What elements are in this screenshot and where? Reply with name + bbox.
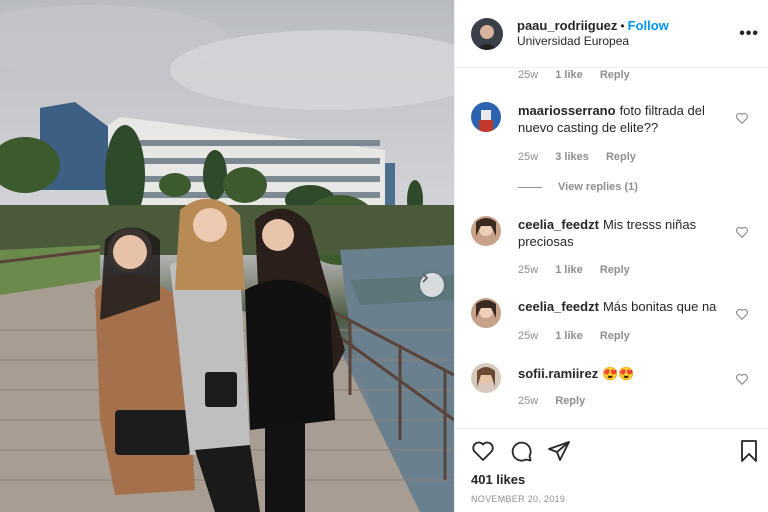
like-comment-heart-icon[interactable] — [735, 111, 749, 125]
comment-meta: 25w 1 like Reply — [518, 330, 644, 342]
commenter-avatar[interactable] — [471, 298, 501, 328]
comment-item: ceelia_feedzt Más bonitas que na — [471, 298, 761, 328]
like-count[interactable]: 401 likes — [471, 472, 525, 487]
post-location[interactable]: Universidad Europea — [517, 34, 669, 49]
reply-button[interactable]: Reply — [555, 395, 585, 407]
next-image-button[interactable] — [420, 273, 444, 297]
separator-dot: • — [620, 19, 625, 33]
avatar-image — [471, 216, 501, 246]
bookmark-icon[interactable] — [737, 439, 761, 463]
post-date: NOVEMBER 20, 2019 — [471, 494, 566, 504]
view-replies-line — [518, 186, 542, 188]
comment-likes[interactable]: 1 like — [555, 69, 583, 81]
header-text: paau_rodriiguez • Follow Universidad Europ… — [517, 18, 669, 49]
avatar-image — [471, 363, 501, 393]
commenter-avatar[interactable] — [471, 216, 501, 246]
comment-meta: 25w 1 like Reply — [518, 69, 644, 81]
follow-button[interactable]: Follow — [628, 18, 669, 33]
reply-button[interactable]: Reply — [600, 264, 630, 276]
comment-time: 25w — [518, 395, 539, 407]
commenter-username[interactable]: ceelia_feedzt — [518, 299, 599, 314]
comment-text: ceelia_feedzt Mis tresss niñas preciosas — [518, 216, 733, 250]
post-photo[interactable] — [0, 0, 454, 512]
heart-icon[interactable] — [471, 439, 495, 463]
view-replies-button[interactable]: View replies (1) — [518, 181, 638, 193]
photo-scene — [0, 5, 454, 512]
author-username[interactable]: paau_rodriiguez — [517, 18, 617, 33]
chevron-right-icon — [422, 273, 429, 283]
comment-body: Más bonitas que na — [602, 299, 717, 314]
comment-meta: 25w Reply — [518, 395, 599, 407]
comment-time: 25w — [518, 151, 539, 163]
like-comment-heart-icon[interactable] — [735, 372, 749, 386]
comments-list[interactable]: 25w 1 like Reply maariosserrano foto filt… — [455, 69, 768, 429]
comment-item: ceelia_feedzt Mis tresss niñas preciosas — [471, 216, 761, 250]
comment-meta: 25w 3 likes Reply — [518, 151, 650, 163]
comment-time: 25w — [518, 330, 539, 342]
comment-meta: 25w 1 like Reply — [518, 264, 644, 276]
commenter-username[interactable]: maariosserrano — [518, 103, 616, 118]
author-avatar[interactable] — [471, 17, 503, 50]
comment-likes[interactable]: 1 like — [555, 264, 583, 276]
commenter-username[interactable]: sofii.ramiirez — [518, 366, 598, 381]
post-header: paau_rodriiguez • Follow Universidad Europ… — [455, 0, 768, 68]
more-options-button[interactable]: ••• — [739, 25, 759, 43]
reply-button[interactable]: Reply — [600, 69, 630, 81]
comment-text: sofii.ramiirez 😍😍 — [518, 363, 733, 393]
avatar-image — [471, 17, 503, 50]
reply-button[interactable]: Reply — [606, 151, 636, 163]
comment-time: 25w — [518, 264, 539, 276]
comment-text: maariosserrano foto filtrada del nuevo ca… — [518, 102, 733, 136]
paper-plane-icon[interactable] — [547, 439, 571, 463]
post-actions: 401 likes NOVEMBER 20, 2019 — [455, 428, 768, 512]
avatar-image — [471, 102, 501, 132]
comment-item: maariosserrano foto filtrada del nuevo ca… — [471, 102, 761, 136]
comment-body: 😍😍 — [602, 366, 635, 381]
commenter-avatar[interactable] — [471, 102, 501, 132]
commenter-username[interactable]: ceelia_feedzt — [518, 217, 599, 232]
comment-icon[interactable] — [509, 439, 533, 463]
comment-text: ceelia_feedzt Más bonitas que na — [518, 298, 733, 328]
comment-item: sofii.ramiirez 😍😍 — [471, 363, 761, 393]
view-replies-label: View replies (1) — [558, 181, 638, 193]
avatar-image — [471, 298, 501, 328]
comment-time: 25w — [518, 69, 539, 81]
reply-button[interactable]: Reply — [600, 330, 630, 342]
like-comment-heart-icon[interactable] — [735, 307, 749, 321]
comment-likes[interactable]: 1 like — [555, 330, 583, 342]
commenter-avatar[interactable] — [471, 363, 501, 393]
like-comment-heart-icon[interactable] — [735, 225, 749, 239]
comment-likes[interactable]: 3 likes — [555, 151, 589, 163]
post-side-panel: paau_rodriiguez • Follow Universidad Europ… — [454, 0, 768, 512]
